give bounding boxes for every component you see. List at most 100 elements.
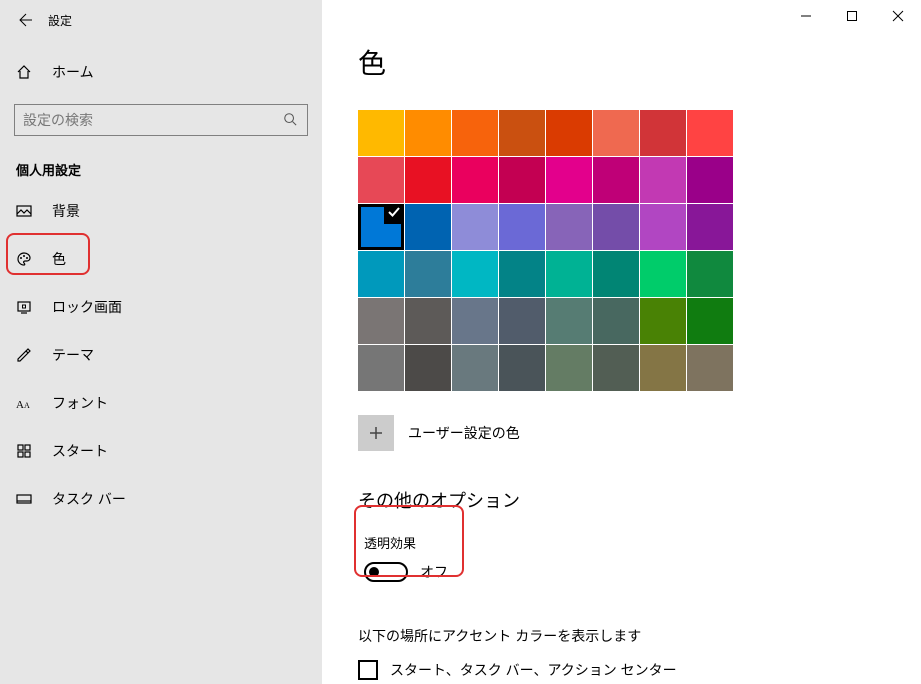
app-title: 設定 (48, 12, 72, 29)
nav-label: ロック画面 (52, 297, 122, 317)
minimize-icon (800, 10, 812, 22)
nav-home-label: ホーム (52, 62, 94, 82)
color-swatch[interactable] (452, 298, 498, 344)
color-swatch[interactable] (358, 204, 404, 250)
color-swatch[interactable] (640, 110, 686, 156)
color-swatch[interactable] (687, 157, 733, 203)
accent-description: 以下の場所にアクセント カラーを表示します (358, 626, 921, 646)
color-swatch[interactable] (405, 251, 451, 297)
color-swatch[interactable] (358, 345, 404, 391)
color-swatch[interactable] (546, 298, 592, 344)
search-icon (283, 112, 299, 128)
back-arrow-icon (18, 12, 34, 28)
color-swatch[interactable] (405, 157, 451, 203)
color-swatch[interactable] (405, 204, 451, 250)
nav-home[interactable]: ホーム (0, 50, 322, 94)
nav-colors[interactable]: 色 (0, 237, 322, 281)
window-controls (783, 0, 921, 32)
color-swatch[interactable] (499, 204, 545, 250)
color-swatch[interactable] (687, 110, 733, 156)
color-swatch[interactable] (593, 345, 639, 391)
color-swatch[interactable] (687, 204, 733, 250)
color-swatch[interactable] (593, 251, 639, 297)
color-swatch[interactable] (546, 204, 592, 250)
color-swatch[interactable] (452, 251, 498, 297)
sidebar: 設定 ホーム 個人用設定 背景 色 ロック画面 テーマ (0, 0, 322, 684)
color-swatch[interactable] (546, 157, 592, 203)
transparency-toggle[interactable] (364, 562, 408, 582)
nav-label: タスク バー (52, 489, 126, 509)
custom-color-label: ユーザー設定の色 (408, 423, 520, 443)
color-swatch[interactable] (499, 110, 545, 156)
custom-color-row[interactable]: ユーザー設定の色 (358, 415, 921, 451)
add-custom-color-button[interactable] (358, 415, 394, 451)
nav-label: テーマ (52, 345, 94, 365)
accent-checkbox-row[interactable]: スタート、タスク バー、アクション センター (358, 660, 921, 680)
transparency-option: 透明効果 オフ (356, 527, 458, 592)
color-swatch[interactable] (593, 110, 639, 156)
color-swatch[interactable] (358, 157, 404, 203)
nav-taskbar[interactable]: タスク バー (0, 477, 322, 521)
color-swatch[interactable] (499, 251, 545, 297)
color-swatch[interactable] (452, 157, 498, 203)
svg-text:A: A (16, 399, 24, 411)
color-swatch[interactable] (405, 110, 451, 156)
color-swatch[interactable] (452, 110, 498, 156)
color-swatch[interactable] (546, 251, 592, 297)
options-header: その他のオプション (358, 487, 921, 513)
section-header: 個人用設定 (16, 160, 322, 179)
lockscreen-icon (16, 299, 34, 315)
color-swatch[interactable] (405, 345, 451, 391)
color-swatch[interactable] (640, 345, 686, 391)
color-swatch[interactable] (640, 298, 686, 344)
color-swatch[interactable] (687, 251, 733, 297)
main-content: 色 ユーザー設定の色 その他のオプション 透明効果 オフ 以下の場所にアクセント… (322, 0, 921, 684)
check-icon (384, 202, 404, 222)
minimize-button[interactable] (783, 0, 829, 32)
color-swatch[interactable] (452, 345, 498, 391)
color-swatch[interactable] (546, 110, 592, 156)
accent-start-checkbox[interactable] (358, 660, 378, 680)
start-icon (16, 443, 34, 459)
search-box[interactable] (14, 104, 308, 136)
close-icon (892, 10, 904, 22)
nav-themes[interactable]: テーマ (0, 333, 322, 377)
color-swatch[interactable] (640, 157, 686, 203)
color-swatch[interactable] (499, 298, 545, 344)
nav-label: 色 (52, 249, 66, 269)
color-swatch[interactable] (499, 157, 545, 203)
color-swatch[interactable] (640, 251, 686, 297)
color-swatch[interactable] (640, 204, 686, 250)
palette-icon (16, 251, 34, 267)
accent-checkbox-label: スタート、タスク バー、アクション センター (390, 660, 677, 680)
color-swatch[interactable] (593, 157, 639, 203)
color-swatch[interactable] (687, 298, 733, 344)
home-icon (16, 64, 34, 80)
taskbar-icon (16, 491, 34, 507)
color-swatch[interactable] (358, 251, 404, 297)
color-swatch[interactable] (452, 204, 498, 250)
maximize-button[interactable] (829, 0, 875, 32)
nav-fonts[interactable]: AA フォント (0, 381, 322, 425)
theme-icon (16, 347, 34, 363)
color-swatch[interactable] (546, 345, 592, 391)
color-swatch[interactable] (358, 298, 404, 344)
nav-lockscreen[interactable]: ロック画面 (0, 285, 322, 329)
color-swatch[interactable] (593, 204, 639, 250)
close-button[interactable] (875, 0, 921, 32)
color-swatches (358, 110, 733, 391)
color-swatch[interactable] (358, 110, 404, 156)
color-swatch[interactable] (593, 298, 639, 344)
page-title: 色 (358, 42, 921, 82)
titlebar: 設定 (0, 0, 322, 40)
maximize-icon (846, 10, 858, 22)
search-input[interactable] (23, 112, 283, 128)
color-swatch[interactable] (499, 345, 545, 391)
back-button[interactable] (12, 6, 40, 34)
color-swatch[interactable] (687, 345, 733, 391)
nav-start[interactable]: スタート (0, 429, 322, 473)
picture-icon (16, 203, 34, 219)
toggle-knob (369, 567, 379, 577)
color-swatch[interactable] (405, 298, 451, 344)
nav-background[interactable]: 背景 (0, 189, 322, 233)
